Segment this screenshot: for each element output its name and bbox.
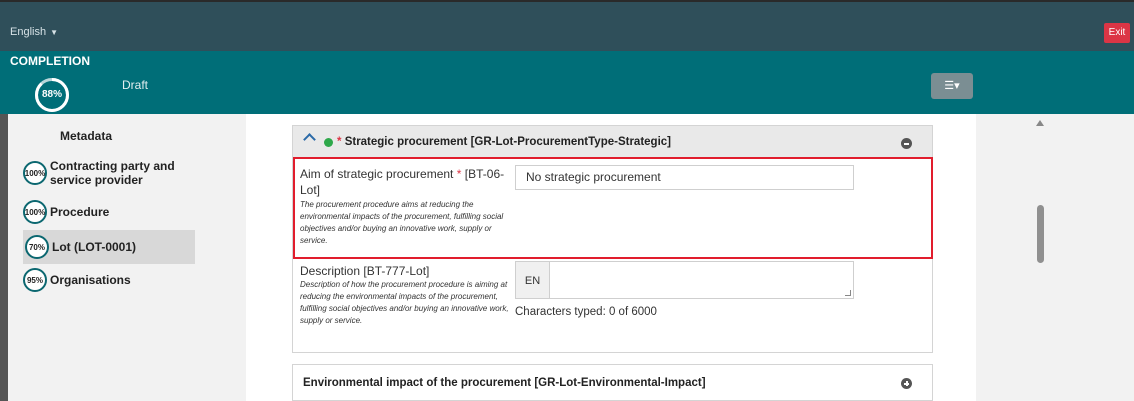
language-selector[interactable]: English ▼ bbox=[10, 26, 58, 38]
resize-grip-icon[interactable] bbox=[845, 290, 851, 296]
aim-select[interactable]: No strategic procurement bbox=[515, 165, 854, 190]
section-header[interactable]: * Strategic procurement [GR-Lot-Procurem… bbox=[293, 126, 932, 158]
sidebar-item-contracting-party[interactable]: 100% Contracting party and service provi… bbox=[23, 159, 195, 187]
sidebar-title: Metadata bbox=[60, 129, 113, 143]
sidebar-item-label: Contracting party and service provider bbox=[50, 159, 175, 187]
section-environmental-impact[interactable]: Environmental impact of the procurement … bbox=[292, 364, 933, 401]
field-label-aim: Aim of strategic procurement * [BT-06-Lo… bbox=[300, 167, 505, 197]
progress-badge: 95% bbox=[23, 268, 47, 292]
completion-title: COMPLETION bbox=[10, 54, 90, 68]
sidebar-item-label: Organisations bbox=[50, 273, 131, 287]
completion-band: COMPLETION 88% Draft ☰▾ bbox=[0, 51, 1134, 114]
scroll-up-arrow-icon[interactable] bbox=[1036, 120, 1044, 126]
language-tag: EN bbox=[515, 261, 550, 299]
collapse-minus-icon[interactable] bbox=[901, 138, 912, 149]
chevron-up-icon[interactable] bbox=[303, 133, 316, 146]
scrollbar-thumb[interactable] bbox=[1037, 205, 1044, 263]
sidebar-item-label: Lot (LOT-0001) bbox=[52, 240, 137, 254]
progress-badge: 100% bbox=[23, 161, 47, 185]
progress-badge: 100% bbox=[23, 200, 47, 224]
sidebar-item-organisations[interactable]: 95% Organisations bbox=[23, 268, 195, 292]
sliders-icon: ☰▾ bbox=[944, 80, 960, 92]
sidebar: Metadata 100% Contracting party and serv… bbox=[8, 114, 246, 401]
sidebar-item-label: Procedure bbox=[50, 205, 110, 219]
caret-down-icon: ▼ bbox=[50, 28, 58, 37]
exit-button[interactable]: Exit bbox=[1104, 23, 1130, 43]
status-label: Draft bbox=[122, 78, 149, 92]
expand-plus-icon[interactable] bbox=[901, 378, 912, 389]
completion-progress-ring: 88% bbox=[35, 78, 69, 112]
completion-percent: 88% bbox=[41, 89, 62, 100]
field-label-description: Description [BT-777-Lot] bbox=[300, 264, 430, 278]
description-textarea[interactable] bbox=[549, 261, 854, 299]
section-title: * Strategic procurement [GR-Lot-Procurem… bbox=[337, 136, 671, 148]
field-help-description: Description of how the procurement proce… bbox=[300, 280, 509, 325]
section-title: Environmental impact of the procurement … bbox=[303, 377, 706, 389]
left-edge bbox=[0, 114, 8, 401]
right-pane bbox=[976, 114, 1134, 401]
sidebar-item-lot[interactable]: 70% Lot (LOT-0001) bbox=[23, 230, 195, 264]
field-help-aim: The procurement procedure aims at reduci… bbox=[300, 200, 504, 245]
progress-badge: 70% bbox=[25, 235, 49, 259]
character-counter: Characters typed: 0 of 6000 bbox=[515, 306, 657, 318]
language-label: English bbox=[10, 26, 47, 38]
sidebar-item-procedure[interactable]: 100% Procedure bbox=[23, 200, 195, 224]
check-circle-icon bbox=[324, 138, 333, 147]
filter-button[interactable]: ☰▾ bbox=[931, 73, 973, 99]
top-bar: English ▼ Exit bbox=[0, 0, 1134, 51]
